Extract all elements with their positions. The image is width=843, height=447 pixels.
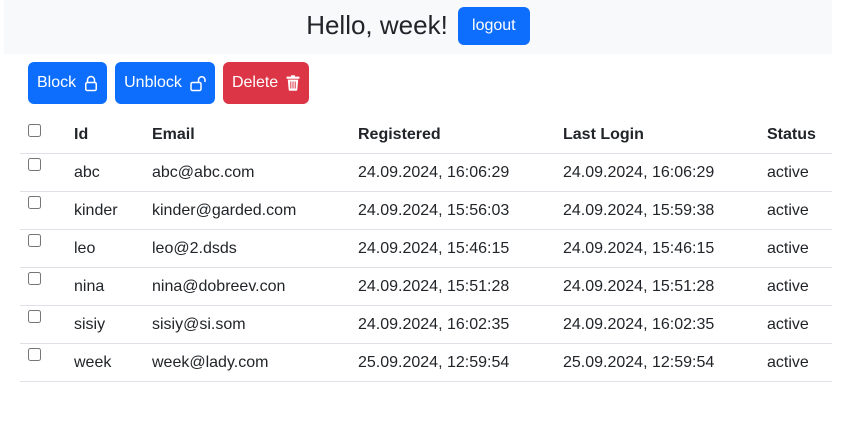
column-header-registered: Registered <box>358 116 563 154</box>
cell-id: leo <box>74 229 152 268</box>
cell-email: kinder@garded.com <box>152 191 358 230</box>
row-checkbox[interactable] <box>28 233 41 247</box>
cell-registered: 24.09.2024, 15:51:28 <box>358 267 563 306</box>
cell-registered: 24.09.2024, 15:46:15 <box>358 229 563 268</box>
cell-id: nina <box>74 267 152 306</box>
cell-email: week@lady.com <box>152 343 358 382</box>
cell-last-login: 24.09.2024, 15:59:38 <box>563 191 767 230</box>
select-all-checkbox[interactable] <box>28 123 41 137</box>
row-checkbox[interactable] <box>28 347 41 361</box>
toolbar: Block Unblock Delete <box>28 62 310 104</box>
table-row: leo leo@2.dsds 24.09.2024, 15:46:15 24.0… <box>20 229 832 268</box>
row-checkbox[interactable] <box>28 157 41 171</box>
cell-id: sisiy <box>74 305 152 344</box>
unblock-button-label: Unblock <box>124 74 182 91</box>
cell-last-login: 24.09.2024, 16:02:35 <box>563 305 767 344</box>
cell-last-login: 24.09.2024, 16:06:29 <box>563 153 767 192</box>
cell-last-login: 24.09.2024, 15:51:28 <box>563 267 767 306</box>
column-header-last-login: Last Login <box>563 116 767 154</box>
table-row: week week@lady.com 25.09.2024, 12:59:54 … <box>20 343 832 382</box>
table-row: sisiy sisiy@si.som 24.09.2024, 16:02:35 … <box>20 305 832 344</box>
cell-registered: 24.09.2024, 16:02:35 <box>358 305 563 344</box>
cell-email: leo@2.dsds <box>152 229 358 268</box>
logout-button[interactable]: logout <box>457 7 530 45</box>
cell-status: active <box>767 343 832 382</box>
trash-icon <box>286 75 300 91</box>
row-checkbox[interactable] <box>28 271 41 285</box>
column-header-status: Status <box>767 116 832 154</box>
cell-status: active <box>767 191 832 230</box>
cell-email: nina@dobreev.con <box>152 267 358 306</box>
cell-id: week <box>74 343 152 382</box>
header-bar: Hello, week! logout <box>4 0 832 54</box>
cell-status: active <box>767 305 832 344</box>
cell-registered: 24.09.2024, 15:56:03 <box>358 191 563 230</box>
cell-status: active <box>767 267 832 306</box>
table-header-row: Id Email Registered Last Login Status <box>20 116 832 154</box>
users-table: Id Email Registered Last Login Status ab… <box>20 116 832 382</box>
table-row: kinder kinder@garded.com 24.09.2024, 15:… <box>20 191 832 230</box>
unblock-button[interactable]: Unblock <box>115 62 215 104</box>
table-row: nina nina@dobreev.con 24.09.2024, 15:51:… <box>20 267 832 306</box>
row-checkbox[interactable] <box>28 195 41 209</box>
cell-email: abc@abc.com <box>152 153 358 192</box>
table-row: abc abc@abc.com 24.09.2024, 16:06:29 24.… <box>20 153 832 192</box>
cell-last-login: 24.09.2024, 15:46:15 <box>563 229 767 268</box>
cell-registered: 24.09.2024, 16:06:29 <box>358 153 563 192</box>
delete-button[interactable]: Delete <box>222 62 310 104</box>
block-button-label: Block <box>37 74 77 91</box>
cell-email: sisiy@si.som <box>152 305 358 344</box>
column-header-id: Id <box>74 116 152 154</box>
cell-id: kinder <box>74 191 152 230</box>
greeting-text: Hello, week! <box>306 9 448 40</box>
cell-status: active <box>767 153 832 192</box>
block-button[interactable]: Block <box>28 62 108 104</box>
cell-registered: 25.09.2024, 12:59:54 <box>358 343 563 382</box>
delete-button-label: Delete <box>231 74 279 91</box>
cell-status: active <box>767 229 832 268</box>
select-all-cell <box>20 116 74 154</box>
cell-id: abc <box>74 153 152 192</box>
row-checkbox[interactable] <box>28 309 41 323</box>
column-header-email: Email <box>152 116 358 154</box>
lock-icon <box>84 75 98 92</box>
unlock-icon <box>190 75 206 92</box>
cell-last-login: 25.09.2024, 12:59:54 <box>563 343 767 382</box>
